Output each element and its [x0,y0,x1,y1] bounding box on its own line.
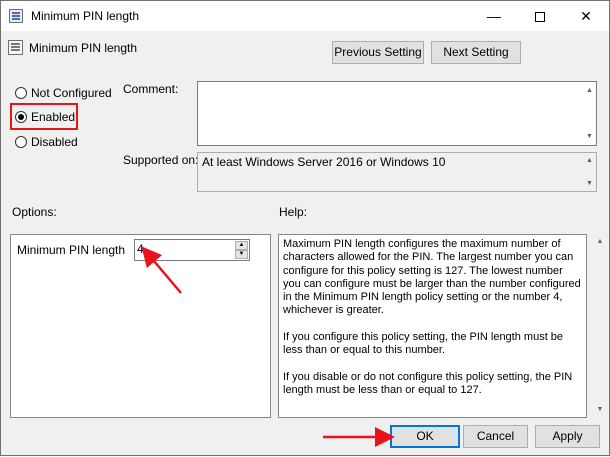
previous-setting-button[interactable]: Previous Setting [332,41,424,64]
close-button[interactable]: ✕ [563,1,609,31]
scroll-up-icon[interactable]: ▲ [583,154,596,167]
enabled-highlight-box [10,103,78,130]
help-paragraph: If you disable or do not configure this … [283,370,573,397]
scroll-down-icon[interactable]: ▼ [583,130,596,143]
apply-button[interactable]: Apply [535,425,600,448]
minimum-pin-length-stepper[interactable]: 4 ▲ ▼ [134,239,250,261]
decrement-icon[interactable]: ▼ [235,250,248,259]
close-icon: ✕ [580,8,592,24]
increment-icon[interactable]: ▲ [235,241,248,250]
help-scrollbar[interactable]: ▲ ▼ [593,235,607,417]
help-paragraph: If you configure this policy setting, th… [283,331,564,357]
minimize-button[interactable]: — [471,1,517,31]
radio-circle [15,136,27,148]
comment-field[interactable]: ▲ ▼ [197,81,597,146]
scroll-down-icon[interactable]: ▼ [593,403,607,417]
scroll-up-icon[interactable]: ▲ [583,84,596,97]
policy-dialog: Minimum PIN length — ✕ Minimum PIN lengt… [0,0,610,456]
scroll-down-icon[interactable]: ▼ [583,177,596,190]
policy-settings-icon [9,9,23,23]
supported-on-label: Supported on: [123,153,199,167]
supported-scrollbar[interactable]: ▲ ▼ [583,153,596,191]
help-heading: Help: [279,205,308,219]
radio-circle [15,87,27,99]
supported-on-value: At least Windows Server 2016 or Windows … [202,155,446,169]
ok-button[interactable]: OK [390,425,460,448]
help-paragraph: Maximum PIN length configures the maximu… [283,238,581,317]
scroll-up-icon[interactable]: ▲ [593,235,607,249]
help-text: Maximum PIN length configures the maximu… [283,238,583,411]
supported-on-field: At least Windows Server 2016 or Windows … [197,152,597,192]
maximize-button[interactable] [517,1,563,31]
options-pane [10,234,271,418]
title-bar: Minimum PIN length — ✕ [1,1,609,31]
comment-scrollbar[interactable]: ▲ ▼ [583,82,596,145]
maximize-icon [535,12,545,23]
options-heading: Options: [12,205,57,219]
radio-label: Not Configured [31,86,112,100]
minimum-pin-length-value[interactable]: 4 [137,242,144,256]
policy-setting-icon [8,40,23,55]
next-setting-button[interactable]: Next Setting [431,41,521,64]
minimize-icon: — [487,8,501,24]
stepper-buttons: ▲ ▼ [235,241,248,259]
policy-name: Minimum PIN length [29,41,138,55]
radio-label: Disabled [31,135,78,149]
minimum-pin-length-label: Minimum PIN length [17,243,126,257]
cancel-button[interactable]: Cancel [463,425,528,448]
window-title: Minimum PIN length [31,9,140,23]
comment-label: Comment: [123,82,179,96]
